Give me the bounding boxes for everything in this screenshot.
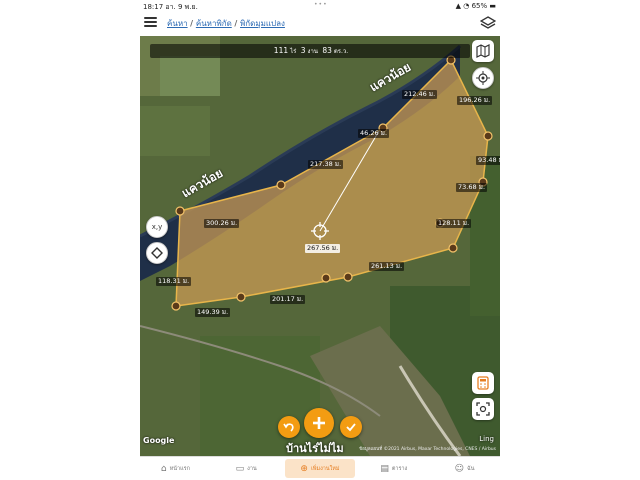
google-logo: Google: [143, 436, 175, 445]
place-name: บ้านไร่ไม่ไม: [286, 442, 344, 455]
scale-text: Ling: [479, 435, 494, 443]
segment-length: 217.38 ม.: [308, 160, 344, 169]
undo-icon: [283, 423, 294, 432]
map-view-button[interactable]: [472, 40, 494, 62]
breadcrumb: ค้นหา / ค้นหาพิกัด / พิกัดมุมแปลง: [167, 19, 285, 28]
segment-length: 93.48 ม.: [476, 156, 500, 165]
segment-length: 201.17 ม.: [270, 295, 306, 304]
add-point-button[interactable]: [304, 408, 334, 438]
my-location-button[interactable]: [472, 67, 494, 89]
diamond-toggle-button[interactable]: [146, 242, 168, 264]
tab-profile[interactable]: ☺ ฉัน: [429, 457, 500, 480]
calculator-icon: [477, 376, 489, 390]
map-icon: [476, 44, 490, 58]
app-frame: 18:17 อา. 9 พ.ย. ••• ▲ ◔ 65% ▬ ค้นหา / ค…: [140, 0, 500, 480]
status-bar: 18:17 อา. 9 พ.ย. ••• ▲ ◔ 65% ▬: [140, 0, 500, 12]
status-battery: ▲ ◔ 65% ▬: [455, 2, 496, 10]
diamond-icon: [151, 247, 163, 259]
breadcrumb-plot-corners[interactable]: พิกัดมุมแปลง: [240, 19, 285, 28]
plus-icon: [313, 417, 325, 429]
segment-length: 300.26 ม.: [204, 219, 240, 228]
satellite-map[interactable]: 111 ไร่ 3 งาน 83 ตร.ว. แควน้อย แควน้อย 212.…: [140, 36, 500, 456]
area-summary: 111 ไร่ 3 งาน 83 ตร.ว.: [150, 44, 470, 58]
capture-button[interactable]: [472, 398, 494, 420]
segment-length: 261.13 ม.: [369, 262, 405, 271]
list-icon: ▤: [380, 463, 389, 474]
folder-icon: ▭: [235, 463, 245, 474]
segment-length: 267.56 ม.: [305, 244, 341, 253]
check-icon: [346, 423, 356, 432]
tab-table[interactable]: ▤ ตาราง: [358, 457, 429, 480]
segment-length: 196.26 ม.: [457, 96, 493, 105]
scan-icon: [476, 402, 490, 416]
plus-circle-icon: ⊕: [300, 463, 308, 474]
top-bar: ค้นหา / ค้นหาพิกัด / พิกัดมุมแปลง: [140, 12, 500, 36]
xy-coordinate-button[interactable]: x,y: [146, 216, 168, 238]
undo-button[interactable]: [278, 416, 300, 438]
layers-icon[interactable]: [480, 15, 496, 31]
locate-icon: [476, 71, 490, 85]
segment-length: 46.26 ม.: [358, 129, 390, 138]
confirm-button[interactable]: [340, 416, 362, 438]
map-attribution: ข้อมูลแผนที่ ©2021 Airbus, Maxar Technol…: [359, 447, 496, 452]
segment-length: 73.68 ม.: [456, 183, 488, 192]
breadcrumb-search[interactable]: ค้นหา: [167, 19, 188, 28]
more-dots-icon: •••: [314, 1, 328, 8]
tab-jobs[interactable]: ▭ งาน: [211, 457, 282, 480]
bottom-tab-bar: ⌂ หน้าแรก ▭ งาน ⊕ เพิ่มงานใหม่ ▤ ตาราง ☺…: [140, 456, 500, 480]
crosshair-icon: [311, 222, 329, 240]
home-icon: ⌂: [160, 463, 167, 474]
calculator-button[interactable]: [472, 372, 494, 394]
user-icon: ☺: [454, 463, 465, 474]
segment-length: 118.31 ม.: [156, 277, 192, 286]
breadcrumb-search-coordinates[interactable]: ค้นหาพิกัด: [196, 19, 232, 28]
segment-length: 149.39 ม.: [195, 308, 231, 317]
tab-home[interactable]: ⌂ หน้าแรก: [140, 457, 211, 480]
hamburger-menu-icon[interactable]: [144, 17, 157, 27]
segment-length: 212.46 ม.: [402, 90, 438, 99]
segment-length: 128.11 ม.: [436, 219, 472, 228]
tab-new-job[interactable]: ⊕ เพิ่มงานใหม่: [284, 459, 356, 478]
